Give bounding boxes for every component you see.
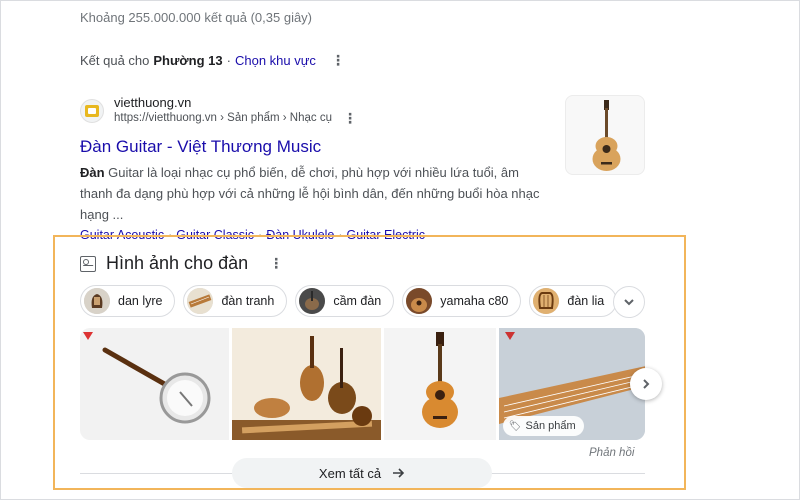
- product-tag-label: Sản phẩm: [525, 420, 576, 432]
- chip-dan-lyre[interactable]: dan lyre: [80, 285, 176, 317]
- see-all-label: Xem tất cả: [318, 465, 382, 481]
- location-row: Kết quả cho Phường 13 · Chọn khu vực ⋮: [80, 52, 346, 69]
- see-all-button[interactable]: Xem tất cả: [232, 458, 492, 488]
- image-icon: [80, 255, 96, 272]
- image-tile-dan-tranh[interactable]: 🏷 Sản phẩm: [498, 328, 645, 440]
- chip-yamaha-c80[interactable]: yamaha c80: [402, 285, 522, 317]
- feedback-link[interactable]: Phản hồi: [589, 447, 634, 459]
- chip-thumbnail: [299, 288, 326, 314]
- result-breadcrumb-text: https://vietthuong.vn › Sản phẩm › Nhạc …: [114, 112, 332, 124]
- chip-dan-lia[interactable]: đàn lia: [529, 285, 618, 317]
- chip-thumbnail: [187, 288, 214, 314]
- chip-label: dan lyre: [118, 294, 163, 308]
- change-location-link[interactable]: Chọn khu vực: [235, 53, 316, 68]
- images-title: Hình ảnh cho đàn: [106, 253, 249, 273]
- more-vert-icon[interactable]: ⋮: [330, 52, 346, 69]
- search-result: vietthuong.vn https://vietthuong.vn › Sả…: [80, 95, 550, 245]
- result-thumbnail-guitar[interactable]: [565, 95, 645, 175]
- snippet-text: Guitar là loại nhạc cụ phổ biến, dễ chơi…: [80, 165, 540, 222]
- location-prefix: Kết quả cho: [80, 53, 150, 68]
- image-chips: dan lyre đàn tranh cầm đàn yamaha c80 đà…: [80, 285, 618, 317]
- more-vert-icon[interactable]: ⋮: [342, 111, 358, 126]
- result-site-name: vietthuong.vn: [114, 95, 192, 110]
- chip-thumbnail: [84, 288, 110, 314]
- chip-dan-tranh[interactable]: đàn tranh: [183, 285, 288, 317]
- result-title-link[interactable]: Đàn Guitar - Việt Thương Music: [80, 136, 550, 158]
- image-tile-traditional-instruments[interactable]: [232, 328, 382, 440]
- result-stats: Khoảng 255.000.000 kết quả (0,35 giây): [80, 10, 313, 25]
- result-site-row[interactable]: vietthuong.vn https://vietthuong.vn › Sả…: [80, 95, 550, 126]
- chip-cam-dan[interactable]: cầm đàn: [295, 285, 395, 317]
- vietthuong-logo-icon: [80, 98, 104, 123]
- chevron-down-icon[interactable]: [613, 286, 645, 318]
- chip-label: đàn tranh: [221, 294, 275, 308]
- result-breadcrumb: https://vietthuong.vn › Sản phẩm › Nhạc …: [114, 111, 358, 126]
- location-place: Phường 13: [153, 53, 223, 68]
- arrow-right-icon: [393, 468, 405, 478]
- tag-icon: 🏷: [508, 420, 522, 432]
- chip-thumbnail: [533, 288, 560, 314]
- chevron-right-icon[interactable]: [630, 368, 662, 400]
- location-separator: ·: [226, 53, 231, 68]
- chip-label: yamaha c80: [440, 294, 509, 308]
- chip-thumbnail: [406, 288, 433, 314]
- result-snippet: Đàn Guitar là loại nhạc cụ phổ biến, dễ …: [80, 162, 550, 225]
- chip-label: đàn lia: [567, 294, 605, 308]
- product-tag: 🏷 Sản phẩm: [502, 416, 584, 436]
- image-tile-classical-guitar[interactable]: [384, 328, 496, 440]
- image-tile-banjo[interactable]: [80, 328, 230, 440]
- chip-label: cầm đàn: [333, 294, 382, 308]
- snippet-bold: Đàn: [80, 165, 105, 180]
- images-header: Hình ảnh cho đàn ⋮: [80, 253, 284, 274]
- image-strip: 🏷 Sản phẩm: [80, 328, 645, 440]
- more-vert-icon[interactable]: ⋮: [268, 255, 284, 272]
